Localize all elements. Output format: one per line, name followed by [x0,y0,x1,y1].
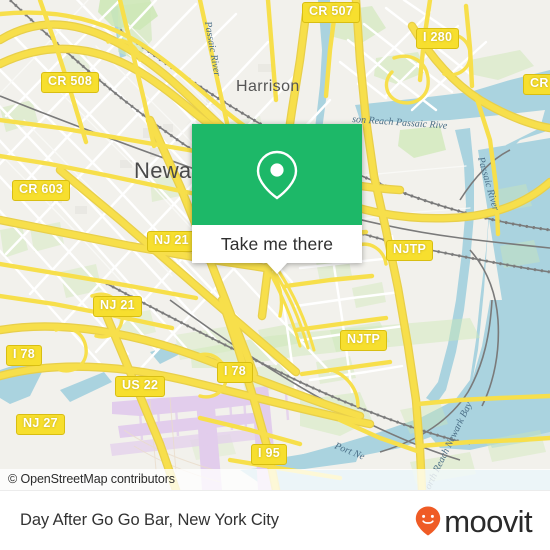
moovit-brand[interactable]: moovit [415,504,533,539]
route-shield-label: I 78 [224,364,247,378]
callout-pin-panel [192,124,362,225]
moovit-smiley-pin-icon [416,506,441,535]
route-shield-label: I 280 [423,30,453,44]
route-shield: I 78 [217,362,254,383]
route-shield: NJ 27 [16,414,65,435]
route-shield: CR 5 [523,74,550,95]
route-shield-label: NJ 21 [100,298,135,312]
route-shield-label: CR 603 [19,182,64,196]
route-shield-label: I 95 [258,446,281,460]
take-me-there-label: Take me there [220,233,334,254]
route-shield-label: NJTP [393,242,427,256]
callout-action-panel[interactable]: Take me there [192,225,362,263]
place-title: Day After Go Go Bar, New York City [20,511,279,529]
route-shield: CR 507 [302,2,361,23]
route-shield: I 95 [251,444,288,465]
route-shield-label: CR 5 [530,76,550,90]
route-shield: CR 508 [41,72,100,93]
route-shield-label: I 78 [13,347,36,361]
callout-tail [266,262,288,274]
map-attribution: © OpenStreetMap contributors [0,469,550,490]
route-shield: NJ 21 [93,296,142,317]
route-shield: NJTP [386,240,434,261]
route-shield: NJTP [340,330,388,351]
route-shield: I 280 [416,28,460,49]
route-shield: CR 603 [12,180,71,201]
route-shield-label: NJ 27 [23,416,58,430]
location-pin-icon [256,150,298,199]
route-shield-label: NJ 21 [154,233,189,247]
route-shield: I 78 [6,345,43,366]
route-shield: NJ 21 [147,231,196,252]
route-shield-label: NJTP [347,332,381,346]
route-shield: US 22 [115,376,166,397]
map-label-harrison: Harrison [236,78,300,95]
route-shield-label: CR 507 [309,4,354,18]
bottom-bar: Day After Go Go Bar, New York City moovi… [0,490,550,550]
moovit-wordmark: moovit [444,504,532,539]
map-callout[interactable]: Take me there [192,124,362,274]
map-page: .rdmaj{stroke:#F7DF4B;stroke-linecap:rou… [0,0,550,550]
route-shield-label: US 22 [122,378,159,392]
route-shield-label: CR 508 [48,74,93,88]
